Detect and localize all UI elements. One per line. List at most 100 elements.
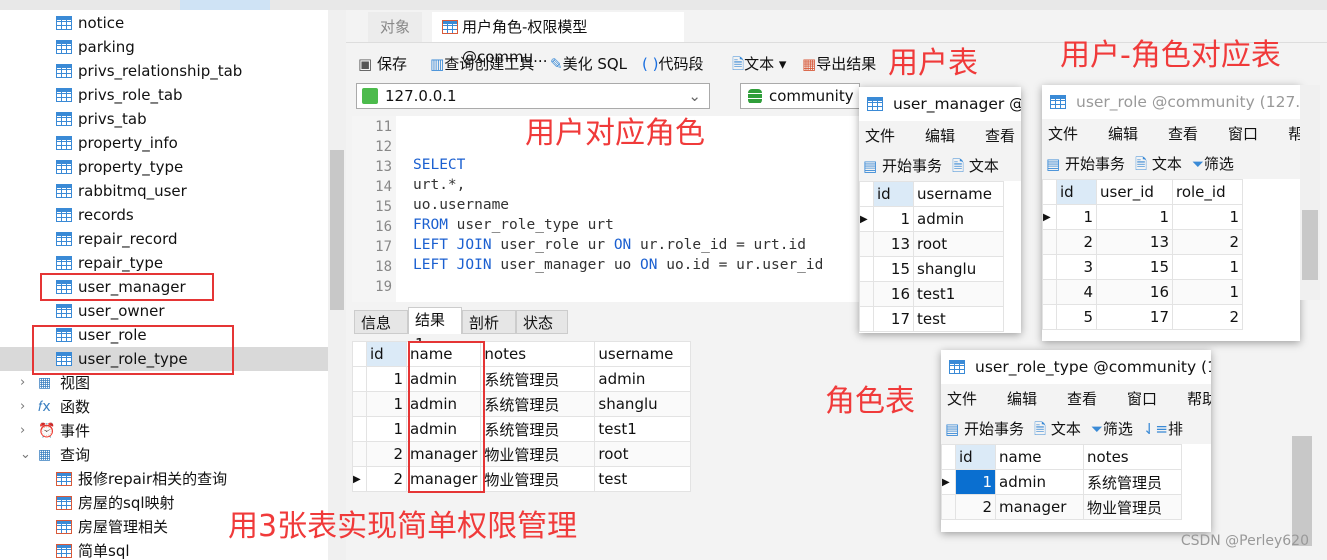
tree-group[interactable]: › 𝑓x 函数 — [0, 395, 328, 419]
cell[interactable]: 1 — [955, 469, 996, 495]
result-grid[interactable]: id name notes username 1 admin 系统管理员 admin 1 admi… — [352, 341, 692, 492]
cell[interactable]: 13 — [1096, 229, 1173, 255]
column-header[interactable]: notes — [480, 341, 596, 367]
window-title[interactable]: user_role @community (127.0.0 — [1042, 85, 1300, 119]
save-button[interactable]: ▣ 保存 — [358, 52, 407, 76]
toolbar-button[interactable]: 🗎 文本 — [1034, 420, 1081, 438]
cell[interactable]: 2 — [955, 494, 996, 520]
tab-objects[interactable]: 对象 — [368, 12, 423, 42]
toolbar-button[interactable]: ▤ 开始事务 — [1046, 155, 1125, 173]
cell[interactable]: 1 — [1096, 204, 1173, 230]
cell[interactable]: test1 — [594, 416, 692, 442]
column-header[interactable]: role_id — [1172, 179, 1243, 205]
connection-select[interactable]: 127.0.0.1 ⌄ — [356, 83, 710, 109]
sidebar-scrollbar[interactable] — [328, 10, 346, 560]
table-item[interactable]: notice — [0, 11, 328, 35]
table-row[interactable]: 1 admin 系统管理员 admin — [352, 366, 692, 392]
table-item[interactable]: rabbitmq_user — [0, 179, 328, 203]
table-row[interactable]: 2 manager 物业管理员 — [941, 494, 1182, 520]
cell[interactable]: shanglu — [913, 256, 1004, 282]
menu-item[interactable]: 帮助 — [1187, 384, 1211, 414]
cell[interactable]: admin — [594, 366, 692, 392]
cell[interactable]: 物业管理员 — [480, 466, 596, 492]
toolbar-button[interactable]: 🗎 文本 — [1135, 155, 1182, 173]
result-tab[interactable]: 状态 — [516, 310, 568, 334]
cell[interactable]: 15 — [1096, 254, 1173, 280]
cell[interactable]: 3 — [1056, 254, 1097, 280]
query-builder-button[interactable]: ▥查询创建工具 — [430, 52, 534, 76]
grid-scrollbar[interactable] — [1300, 85, 1320, 300]
export-result-button[interactable]: ▦导出结果 — [802, 52, 876, 76]
column-header[interactable]: id — [955, 444, 996, 470]
cell[interactable]: 1 — [1056, 204, 1097, 230]
table-item[interactable]: privs_relationship_tab — [0, 59, 328, 83]
menu-item[interactable]: 编辑 — [1007, 384, 1037, 414]
table-row[interactable]: 16 test1 — [859, 281, 1004, 307]
cell[interactable]: 物业管理员 — [1083, 494, 1182, 520]
table-row[interactable]: 3 15 1 — [1042, 254, 1243, 280]
menu-item[interactable]: 帮 — [1288, 119, 1300, 149]
cell[interactable]: 4 — [1056, 279, 1097, 305]
cell[interactable]: 13 — [873, 231, 914, 257]
table-item[interactable]: user_owner — [0, 299, 328, 323]
cell[interactable]: test — [594, 466, 692, 492]
table-item[interactable]: property_info — [0, 131, 328, 155]
menu-item-selected[interactable] — [180, 0, 270, 10]
result-tab[interactable]: 剖析 — [462, 310, 516, 334]
table-row[interactable]: ▶ 1 1 1 — [1042, 204, 1243, 230]
role-grid-scrollbar[interactable] — [1292, 436, 1312, 546]
menu-item[interactable]: 查看 — [1067, 384, 1097, 414]
column-header[interactable]: username — [594, 341, 692, 367]
cell[interactable]: 2 — [366, 466, 407, 492]
table-item[interactable]: parking — [0, 35, 328, 59]
tree-group[interactable]: ⌄ ▦ 查询 — [0, 443, 328, 467]
cell[interactable]: 17 — [1096, 304, 1173, 330]
database-select[interactable]: community — [740, 83, 860, 109]
menu-item[interactable]: 查看 — [985, 121, 1015, 151]
window-grid[interactable]: id username ▶ 1 admin 13 root 15 shanglu 16 test1 1… — [859, 181, 1004, 332]
cell[interactable]: admin — [913, 206, 1004, 232]
text-button[interactable]: 🗎文本 ▾ — [732, 52, 786, 76]
cell[interactable]: test1 — [913, 281, 1004, 307]
cell[interactable]: 系统管理员 — [1083, 469, 1182, 495]
table-item[interactable]: property_type — [0, 155, 328, 179]
toolbar-button[interactable]: ⇃≡排 — [1143, 420, 1183, 438]
menu-item[interactable]: 查看 — [1168, 119, 1198, 149]
cell[interactable]: manager — [995, 494, 1084, 520]
chevron-down-icon[interactable]: ⌄ — [20, 443, 31, 467]
tab-query[interactable]: 用户角色-权限模型 @commu... — [432, 12, 684, 66]
table-item[interactable]: repair_type — [0, 251, 328, 275]
result-tab[interactable]: 信息 — [354, 310, 408, 334]
table-item[interactable]: privs_tab — [0, 107, 328, 131]
table-row[interactable]: ▶ 1 admin — [859, 206, 1004, 232]
cell[interactable]: root — [594, 441, 692, 467]
snippet-button[interactable]: ( )代码段 — [642, 52, 704, 76]
menu-item[interactable]: 窗口 — [1228, 119, 1258, 149]
window-title[interactable]: user_role_type @community (12 — [941, 350, 1211, 384]
table-row[interactable]: 2 13 2 — [1042, 229, 1243, 255]
menu-item[interactable]: 文件 — [865, 121, 895, 151]
column-header[interactable]: user_id — [1096, 179, 1173, 205]
table-item[interactable]: records — [0, 203, 328, 227]
menu-item[interactable]: 窗口 — [1127, 384, 1157, 414]
menu-item[interactable]: 编辑 — [925, 121, 955, 151]
cell[interactable]: 1 — [1172, 204, 1243, 230]
cell[interactable]: 15 — [873, 256, 914, 282]
toolbar-button[interactable]: ⏷筛选 — [1192, 155, 1234, 173]
chevron-right-icon[interactable]: › — [20, 371, 25, 395]
tree-group[interactable]: › ⏰ 事件 — [0, 419, 328, 443]
cell[interactable]: 2 — [1172, 304, 1243, 330]
column-header[interactable]: name — [995, 444, 1084, 470]
toolbar-button[interactable]: 🗎 文本 — [952, 157, 999, 175]
chevron-right-icon[interactable]: › — [20, 419, 25, 443]
cell[interactable]: 1 — [366, 416, 407, 442]
table-row[interactable]: ▶ 1 admin 系统管理员 — [941, 469, 1182, 495]
column-header[interactable]: id — [873, 181, 914, 207]
cell[interactable]: 2 — [1056, 229, 1097, 255]
cell[interactable]: 1 — [873, 206, 914, 232]
column-header[interactable]: id — [366, 341, 407, 367]
window-grid[interactable]: id name notes ▶ 1 admin 系统管理员 2 manager 物业管理员 — [941, 444, 1182, 520]
cell[interactable]: 2 — [1172, 229, 1243, 255]
table-item[interactable]: privs_role_tab — [0, 83, 328, 107]
column-header[interactable]: username — [913, 181, 1004, 207]
